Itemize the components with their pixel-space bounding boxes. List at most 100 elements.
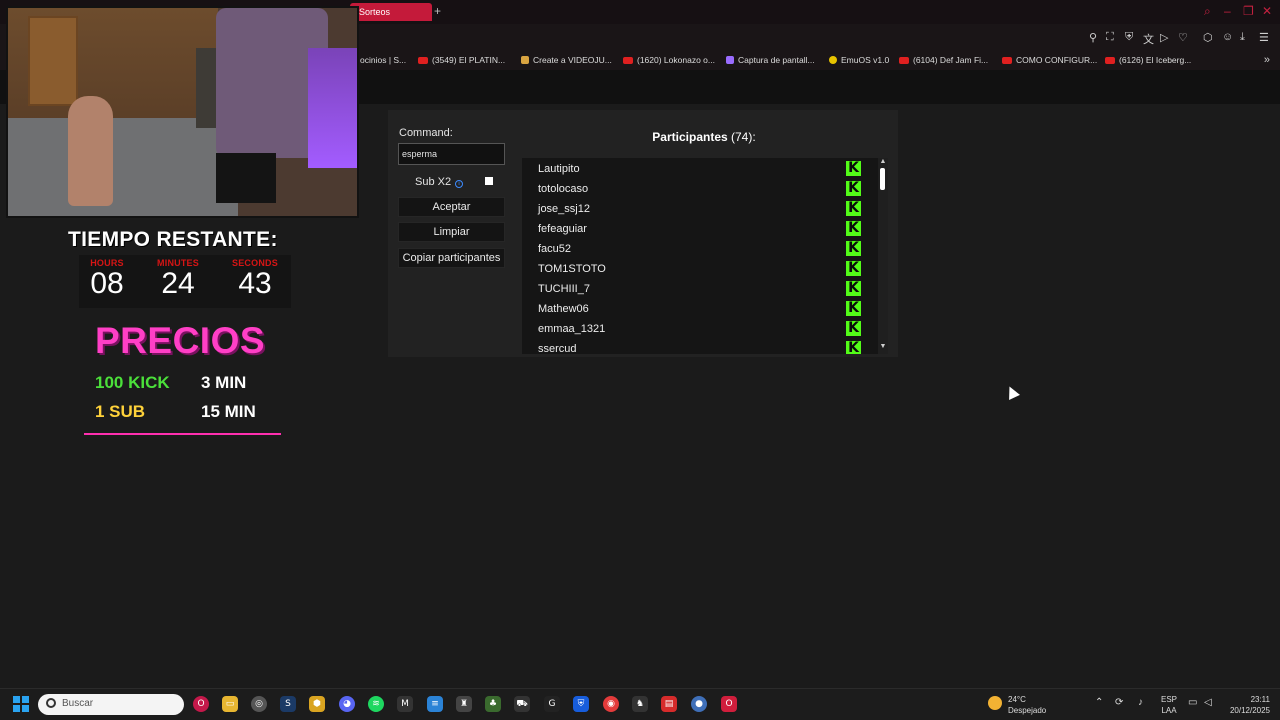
app-icon[interactable]: ▤ (661, 696, 677, 712)
mouse-cursor-icon (1004, 384, 1020, 400)
kick-icon: K (846, 201, 861, 216)
sync-icon[interactable]: ⟳ (1115, 697, 1123, 708)
steam-icon[interactable]: S (280, 696, 296, 712)
app-icon[interactable]: G (544, 696, 560, 712)
extensions-icon[interactable]: ⬡ (1203, 31, 1213, 44)
kick-icon: K (846, 301, 861, 316)
scroll-up-icon[interactable]: ▲ (878, 158, 888, 165)
timer-seconds: SECONDS 43 (232, 258, 278, 300)
app-icon[interactable]: ⬢ (309, 696, 325, 712)
emuos-icon (829, 56, 837, 64)
maximize-icon[interactable]: ❐ (1243, 4, 1254, 18)
bookmark-item[interactable]: COMO CONFIGUR... (1002, 55, 1097, 65)
microphone-icon[interactable]: ♪ (1138, 697, 1143, 708)
bookmark-item[interactable]: EmuOS v1.0 (829, 55, 889, 65)
sub-x2-checkbox[interactable] (485, 177, 493, 185)
prices-underline (84, 433, 281, 435)
new-tab-button[interactable]: + (434, 4, 441, 18)
game-icon[interactable]: ♜ (456, 696, 472, 712)
tab-sorteos[interactable]: Sorteos (350, 3, 432, 21)
car-icon[interactable]: ⛟ (514, 696, 530, 712)
timer-minutes: MINUTES 24 (157, 258, 199, 300)
notepad-icon[interactable]: ≡ (427, 696, 443, 712)
list-item: Mathew06 K (522, 298, 878, 318)
game-icon[interactable]: ♣ (485, 696, 501, 712)
webcam-person-sitting (68, 96, 113, 206)
language-indicator[interactable]: ESP LAA (1161, 694, 1177, 716)
shield-icon[interactable]: ⛨ (1125, 31, 1133, 44)
app-icon[interactable]: ◉ (603, 696, 619, 712)
participants-list[interactable]: Lautipito K totolocaso K jose_ssj12 K fefea… (522, 158, 878, 354)
timer-title: TIEMPO RESTANTE: (68, 228, 278, 251)
opera-icon[interactable]: O (721, 696, 737, 712)
bookmark-item[interactable]: (1620) Lokonazo o... (623, 55, 715, 65)
webcam-shorts (216, 153, 276, 203)
volume-icon[interactable]: ◁ (1204, 697, 1212, 708)
close-icon[interactable]: ✕ (1262, 4, 1272, 18)
info-icon[interactable]: i (455, 180, 464, 188)
weather-widget[interactable]: 24°C Despejado (1008, 694, 1046, 716)
menu-icon[interactable]: ☰ (1259, 31, 1269, 44)
list-item: facu52 K (522, 238, 878, 258)
list-item: Lautipito K (522, 158, 878, 178)
weather-moon-icon (988, 696, 1002, 710)
kick-icon: K (846, 181, 861, 196)
app-icon[interactable]: ● (691, 696, 707, 712)
bookmark-item[interactable]: Create a VIDEOJU... (521, 55, 612, 65)
list-item: TUCHIII_7 K (522, 278, 878, 298)
list-item: totolocaso K (522, 178, 878, 198)
taskbar-search[interactable]: Buscar (38, 694, 184, 715)
prices-title: PRECIOS (95, 320, 266, 361)
bitwarden-icon[interactable]: ⛨ (573, 696, 589, 712)
sub-x2-label: Sub X2 i (415, 176, 464, 188)
more-bookmarks-icon[interactable]: » (1264, 54, 1270, 66)
copy-participants-button[interactable]: Copiar participantes (398, 248, 505, 268)
kick-icon: K (846, 341, 861, 354)
app-icon[interactable]: M (397, 696, 413, 712)
system-clock[interactable]: 23:11 20/12/2025 (1224, 694, 1270, 716)
discord-icon[interactable]: ◕ (339, 696, 355, 712)
bookmark-item[interactable]: (3549) El PLATIN... (418, 55, 505, 65)
profile-icon[interactable]: ☺ (1222, 31, 1233, 43)
scrollbar-thumb[interactable] (880, 168, 885, 190)
timer-hours: HOURS 08 (90, 258, 124, 300)
heart-icon[interactable]: ♡ (1178, 31, 1188, 44)
command-label: Command: (399, 127, 453, 139)
minimize-icon[interactable]: – (1224, 4, 1231, 18)
webcam-sofa (8, 118, 238, 216)
bookmark-item[interactable]: Captura de pantall... (726, 55, 815, 65)
bookmark-item[interactable]: (6104) Def Jam Fi... (899, 55, 988, 65)
translate-icon[interactable]: 文 (1143, 31, 1154, 47)
network-icon[interactable]: ▭ (1188, 697, 1197, 708)
bookmark-item[interactable]: ocinios | S... (360, 55, 406, 65)
file-explorer-icon[interactable]: ▭ (222, 696, 238, 712)
download-icon[interactable]: ⤓ (1240, 31, 1245, 44)
webcam-cabinet (28, 16, 78, 106)
scroll-down-icon[interactable]: ▼ (878, 343, 888, 350)
participants-title: Participantes (74): (652, 130, 756, 144)
spotify-icon[interactable]: ≋ (368, 696, 384, 712)
kick-icon: K (846, 261, 861, 276)
youtube-icon (623, 57, 633, 64)
app-icon[interactable]: ◎ (251, 696, 267, 712)
youtube-icon (418, 57, 428, 64)
bookmark-item[interactable]: (6126) El Iceberg... (1105, 55, 1191, 65)
pin-icon[interactable]: ⚲ (1089, 31, 1097, 44)
list-item: emmaa_1321 K (522, 318, 878, 338)
accept-button[interactable]: Aceptar (398, 197, 505, 217)
youtube-icon (899, 57, 909, 64)
app-icon[interactable]: ♞ (632, 696, 648, 712)
webcam-led-light (308, 48, 357, 168)
price-item: 1 SUB (95, 402, 146, 421)
clear-button[interactable]: Limpiar (398, 222, 505, 242)
play-icon[interactable]: ▷ (1160, 31, 1168, 44)
tray-chevron-icon[interactable]: ⌃ (1095, 697, 1103, 708)
price-item: 100 KICK (95, 373, 170, 392)
list-item: fefeaguiar K (522, 218, 878, 238)
screenshot-icon[interactable]: ⛶ (1106, 31, 1114, 44)
windows-start-icon[interactable] (13, 696, 29, 712)
command-input[interactable] (398, 143, 505, 165)
price-time: 15 MIN (201, 402, 256, 421)
search-icon[interactable]: ⌕ (1204, 4, 1211, 19)
opera-gx-icon[interactable]: O (193, 696, 209, 712)
